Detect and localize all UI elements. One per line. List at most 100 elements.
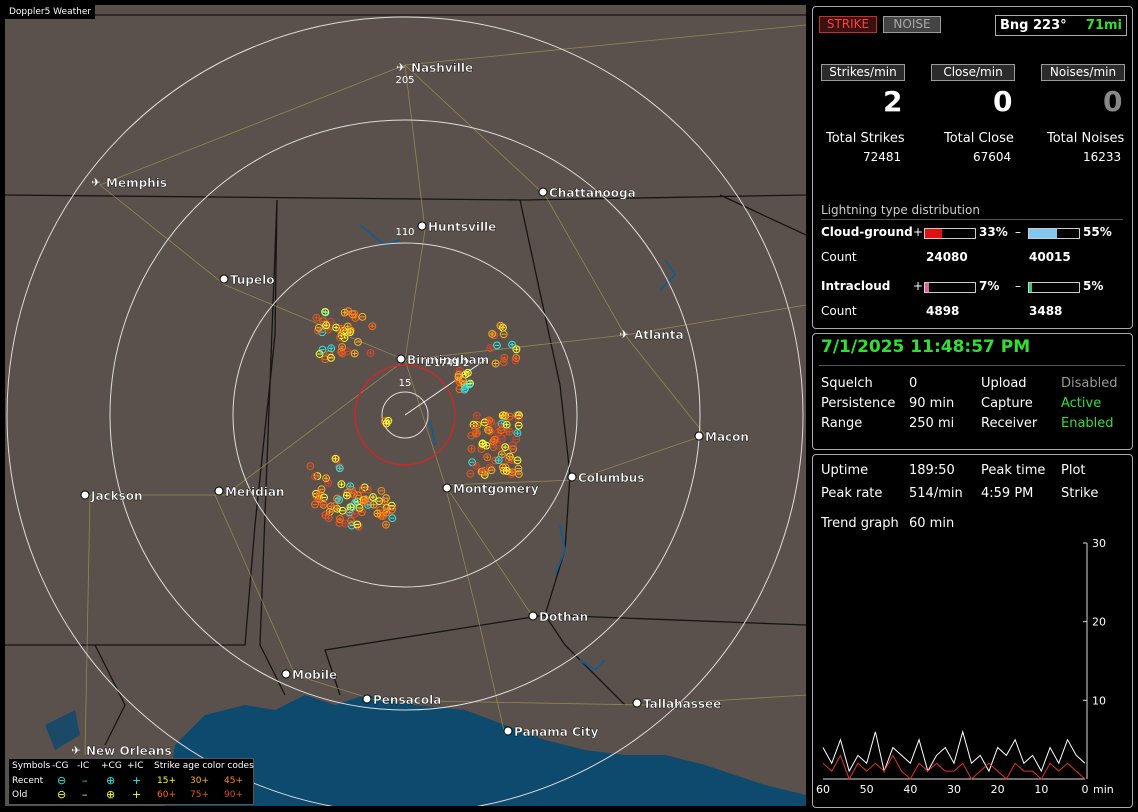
ic-minus-percent: 5%	[1083, 279, 1104, 293]
map-canvas: ✈ Nashville ✈ Memphis Chattanooga Huntsville T…	[5, 14, 806, 806]
strike-marker	[324, 325, 332, 334]
noises-per-min-header: Noises/min	[1041, 64, 1125, 81]
trend-graph-value: 60 min	[909, 516, 955, 531]
city-label-columbus: Columbus	[578, 471, 645, 485]
city-label-nashville: Nashville	[411, 61, 473, 75]
cg-plus-bar-fill	[925, 229, 942, 238]
strike-marker	[499, 330, 508, 339]
trend-graph-label: Trend graph	[821, 516, 899, 531]
ic-minus-count: 3488	[1029, 304, 1063, 318]
city-dot-icon	[219, 274, 229, 284]
city-dot-icon	[632, 698, 642, 708]
trend-x-tick-label: 20	[991, 783, 1005, 796]
ic-plus-bar	[924, 282, 976, 293]
intracloud-label: Intracloud	[821, 279, 891, 293]
trend-x-tick-label: 0	[1082, 783, 1089, 796]
ic-minus-bar	[1028, 282, 1080, 293]
city-label-meridian: Meridian	[225, 485, 284, 499]
bearing-label: Bng 223°	[1000, 18, 1067, 33]
rivers	[359, 224, 677, 672]
receiver-settings-panel: 7/1/2025 11:48:57 PM Squelch 0 Upload Di…	[812, 333, 1133, 450]
legend-plus-cg: +CG	[101, 761, 122, 771]
legend-old-plus-ic-icon: +	[132, 788, 142, 801]
legend-old-label: Old	[12, 790, 28, 800]
strike-marker	[388, 514, 397, 523]
uptime-label: Uptime	[821, 463, 869, 478]
gulf-water	[165, 695, 806, 806]
strike-marker	[512, 345, 521, 354]
strike-marker	[382, 520, 390, 529]
strikes-per-min-value: 2	[883, 85, 903, 118]
legend-symbols-label: Symbols	[12, 761, 51, 771]
city-dot-icon	[417, 221, 427, 231]
legend-age-title: Strike age color codes	[154, 761, 254, 771]
peak-rate-value: 514/min	[909, 486, 963, 501]
total-strikes-value: 72481	[863, 150, 902, 164]
airport-icon: ✈	[396, 61, 405, 74]
city-label-tupelo: Tupelo	[230, 273, 275, 287]
city-dot-icon	[538, 187, 548, 197]
peak-rate-label: Peak rate	[821, 486, 883, 501]
total-noises-label: Total Noises	[1047, 131, 1125, 146]
city-label-chattanooga: Chattanooga	[549, 186, 636, 200]
noises-per-min-value: 0	[1103, 85, 1123, 118]
cg-plus-sign: +	[913, 225, 924, 239]
strike-marker	[501, 443, 510, 452]
uptime-value: 189:50	[909, 463, 955, 478]
strike-marker	[335, 496, 344, 504]
strike-marker	[502, 420, 511, 429]
distribution-title: Lightning type distribution	[821, 203, 980, 217]
city-label-huntsville: Huntsville	[428, 220, 496, 234]
trend-x-tick-label: 40	[903, 783, 917, 796]
legend-age-old-1: 60+	[157, 790, 176, 800]
strike-marker	[472, 411, 481, 420]
strike-symbols	[306, 307, 523, 531]
radar-map[interactable]: ✈ Nashville ✈ Memphis Chattanooga Huntsville T…	[5, 5, 806, 806]
trend-y-tick-label: 10	[1092, 694, 1106, 707]
strike-marker	[505, 412, 514, 421]
peak-time-label: Peak time	[981, 463, 1046, 478]
city-dot-icon	[80, 490, 90, 500]
settings-divider	[819, 365, 1125, 366]
strike-marker	[350, 349, 359, 358]
noise-button[interactable]: NOISE	[883, 16, 941, 33]
city-dot-icon	[281, 669, 291, 679]
trend-series-line	[822, 729, 1086, 773]
trend-y-tick-label: 20	[1092, 616, 1106, 629]
legend-age-recent-2: 30+	[190, 776, 209, 786]
strike-button[interactable]: STRIKE	[819, 16, 877, 33]
strike-marker	[312, 313, 321, 322]
ic-minus-bar-fill	[1029, 283, 1032, 292]
strike-marker	[488, 329, 497, 338]
capture-value: Active	[1061, 396, 1102, 411]
strike-marker	[354, 338, 362, 346]
upload-label: Upload	[981, 376, 1027, 391]
legend-age-recent-3: 45+	[224, 776, 243, 786]
range-value: 250 mi	[909, 416, 955, 431]
legend-age-recent-1: 15+	[157, 776, 176, 786]
city-label-new-orleans: New Orleans	[86, 744, 172, 758]
city-label-mobile: Mobile	[292, 668, 337, 682]
close-per-min-header: Close/min	[931, 64, 1015, 81]
strike-marker	[487, 417, 495, 426]
cg-minus-percent: 55%	[1083, 225, 1112, 239]
squelch-label: Squelch	[821, 376, 873, 391]
city-dot-icon	[362, 694, 372, 704]
legend-minus-ic: -IC	[77, 761, 90, 771]
cg-count-label: Count	[821, 250, 857, 264]
cg-minus-bar-fill	[1029, 229, 1057, 238]
current-datetime: 7/1/2025 11:48:57 PM	[821, 337, 1031, 357]
ic-plus-sign: +	[913, 279, 924, 293]
cg-plus-percent: 33%	[979, 225, 1008, 239]
trend-graph: 30 20 10 60 50 40 30 20 10 0 min	[816, 537, 1114, 796]
strike-marker	[499, 358, 508, 367]
strike-marker	[483, 453, 492, 462]
plot-value[interactable]: Strike	[1061, 486, 1098, 501]
persistence-label: Persistence	[821, 396, 896, 411]
storm-cell-label: L-1741-2	[425, 358, 469, 369]
squelch-value: 0	[909, 376, 918, 391]
cg-minus-bar	[1028, 228, 1080, 239]
strike-marker	[480, 418, 489, 427]
trend-x-tick-label: 30	[947, 783, 961, 796]
bearing-distance: 71mi	[1085, 18, 1122, 33]
